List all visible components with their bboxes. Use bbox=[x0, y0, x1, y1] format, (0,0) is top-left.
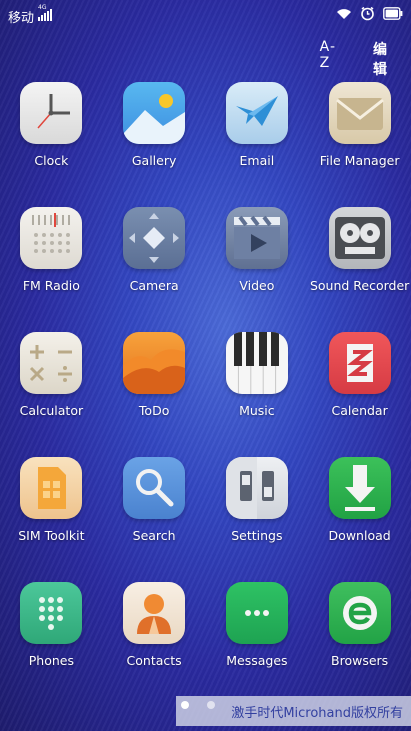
sort-az-button[interactable]: A-Z bbox=[320, 39, 336, 71]
app-video[interactable]: Video bbox=[206, 207, 309, 332]
status-bar: 移动 4G bbox=[0, 0, 411, 30]
battery-icon bbox=[383, 7, 403, 20]
carrier-name: 移动 bbox=[8, 11, 35, 26]
app-label: Settings bbox=[231, 528, 283, 543]
email-icon bbox=[225, 82, 288, 144]
app-label: FM Radio bbox=[22, 278, 80, 293]
calculator-icon bbox=[20, 332, 83, 394]
video-icon bbox=[225, 207, 288, 269]
app-label: Gallery bbox=[131, 153, 177, 168]
clock-icon bbox=[20, 82, 83, 144]
app-search[interactable]: Search bbox=[103, 457, 206, 582]
app-label: Browsers bbox=[331, 653, 389, 668]
app-contacts[interactable]: Contacts bbox=[103, 582, 206, 707]
settings-icon bbox=[225, 457, 288, 519]
page-dot[interactable] bbox=[207, 701, 215, 709]
fm-radio-icon bbox=[20, 207, 83, 269]
page-indicator bbox=[181, 701, 215, 709]
app-settings[interactable]: Settings bbox=[206, 457, 309, 582]
app-browsers[interactable]: Browsers bbox=[308, 582, 411, 707]
app-label: Phones bbox=[28, 653, 74, 668]
camera-icon bbox=[123, 207, 186, 269]
search-icon bbox=[123, 457, 186, 519]
browser-icon bbox=[328, 582, 391, 644]
contacts-icon bbox=[123, 582, 186, 644]
app-clock[interactable]: Clock bbox=[0, 82, 103, 207]
app-calendar[interactable]: Calendar bbox=[308, 332, 411, 457]
music-icon bbox=[225, 332, 288, 394]
app-label: Camera bbox=[129, 278, 179, 293]
app-todo[interactable]: ToDo bbox=[103, 332, 206, 457]
download-icon bbox=[328, 457, 391, 519]
app-label: SIM Toolkit bbox=[18, 528, 85, 543]
app-label: Messages bbox=[226, 653, 288, 668]
phone-icon bbox=[20, 582, 83, 644]
alarm-icon bbox=[361, 6, 374, 21]
sound-recorder-icon bbox=[328, 207, 391, 269]
app-label: Search bbox=[132, 528, 176, 543]
app-label: Email bbox=[239, 153, 275, 168]
messages-icon bbox=[225, 582, 288, 644]
app-phones[interactable]: Phones bbox=[0, 582, 103, 707]
app-music[interactable]: Music bbox=[206, 332, 309, 457]
app-email[interactable]: Email bbox=[206, 82, 309, 207]
app-label: Calculator bbox=[19, 403, 84, 418]
app-label: Music bbox=[239, 403, 275, 418]
wifi-icon bbox=[337, 9, 351, 19]
app-label: Clock bbox=[34, 153, 69, 168]
app-sim-toolkit[interactable]: SIM Toolkit bbox=[0, 457, 103, 582]
app-label: Calendar bbox=[331, 403, 388, 418]
todo-icon bbox=[123, 332, 186, 394]
app-calculator[interactable]: Calculator bbox=[0, 332, 103, 457]
app-label: Contacts bbox=[126, 653, 182, 668]
file-manager-icon bbox=[328, 82, 391, 144]
app-file-manager[interactable]: File Manager bbox=[308, 82, 411, 207]
app-label: File Manager bbox=[319, 153, 400, 168]
app-label: Download bbox=[328, 528, 391, 543]
app-label: Video bbox=[239, 278, 275, 293]
edit-button[interactable]: 编辑 bbox=[373, 39, 387, 79]
signal-icon bbox=[38, 8, 52, 21]
app-fm-radio[interactable]: FM Radio bbox=[0, 207, 103, 332]
sim-toolkit-icon bbox=[20, 457, 83, 519]
app-label: Sound Recorder bbox=[309, 278, 410, 293]
app-gallery[interactable]: Gallery bbox=[103, 82, 206, 207]
gallery-icon bbox=[123, 82, 186, 144]
app-camera[interactable]: Camera bbox=[103, 207, 206, 332]
app-sound-recorder[interactable]: Sound Recorder bbox=[308, 207, 411, 332]
app-download[interactable]: Download bbox=[308, 457, 411, 582]
page-dot[interactable] bbox=[181, 701, 189, 709]
watermark-text: 激手时代Microhand版权所有 bbox=[231, 705, 403, 721]
calendar-icon bbox=[328, 332, 391, 394]
app-label: ToDo bbox=[138, 403, 170, 418]
app-messages[interactable]: Messages bbox=[206, 582, 309, 707]
app-grid: Clock Gallery Email File Manager FM Radi… bbox=[0, 82, 411, 707]
